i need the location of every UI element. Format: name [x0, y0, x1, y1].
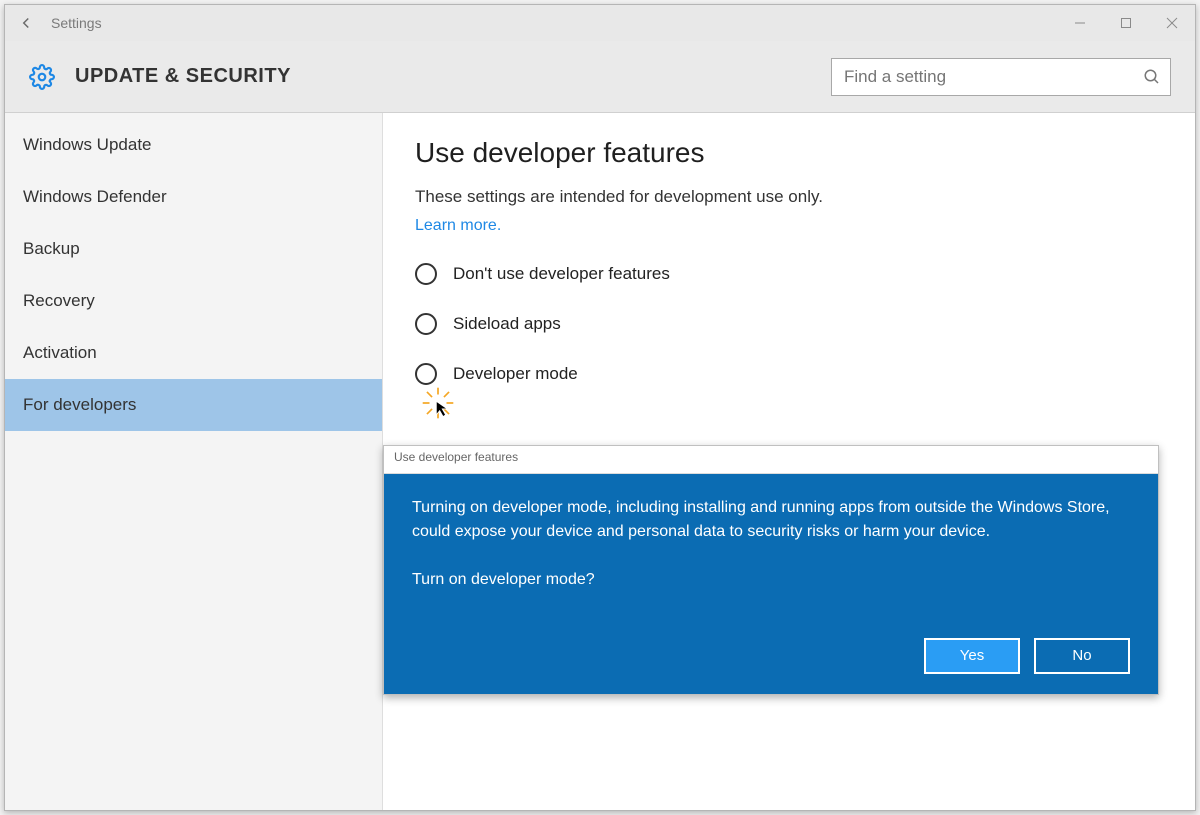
- radio-developer-mode[interactable]: Developer mode: [415, 363, 1163, 385]
- dialog-message: Turning on developer mode, including ins…: [412, 496, 1130, 544]
- yes-button[interactable]: Yes: [924, 638, 1020, 674]
- minimize-icon: [1074, 17, 1086, 29]
- dialog-body: Turning on developer mode, including ins…: [384, 474, 1158, 694]
- search-input[interactable]: [831, 58, 1171, 96]
- header: UPDATE & SECURITY: [5, 41, 1195, 113]
- radio-label: Don't use developer features: [453, 264, 670, 284]
- close-button[interactable]: [1149, 5, 1195, 41]
- window-controls: [1057, 5, 1195, 41]
- radio-sideload-apps[interactable]: Sideload apps: [415, 313, 1163, 335]
- window-title: Settings: [51, 15, 102, 31]
- no-button[interactable]: No: [1034, 638, 1130, 674]
- learn-more-link[interactable]: Learn more.: [415, 217, 501, 235]
- sidebar: Windows Update Windows Defender Backup R…: [5, 113, 383, 810]
- button-label: Yes: [960, 645, 984, 668]
- radio-icon: [415, 263, 437, 285]
- radio-label: Sideload apps: [453, 314, 561, 334]
- settings-window: Settings UPDATE & SECURITY Windows Up: [4, 4, 1196, 811]
- page-title: Use developer features: [415, 137, 1163, 169]
- dialog-buttons: Yes No: [412, 638, 1130, 674]
- sidebar-item-label: Backup: [23, 239, 80, 259]
- maximize-icon: [1120, 17, 1132, 29]
- sidebar-item-activation[interactable]: Activation: [5, 327, 382, 379]
- section-title: UPDATE & SECURITY: [75, 65, 291, 88]
- minimize-button[interactable]: [1057, 5, 1103, 41]
- sidebar-item-windows-update[interactable]: Windows Update: [5, 119, 382, 171]
- sidebar-item-windows-defender[interactable]: Windows Defender: [5, 171, 382, 223]
- confirm-dialog: Use developer features Turning on develo…: [383, 445, 1159, 695]
- sidebar-item-label: Activation: [23, 343, 97, 363]
- back-arrow-icon: [17, 14, 35, 32]
- sidebar-item-for-developers[interactable]: For developers: [5, 379, 382, 431]
- page-subtitle: These settings are intended for developm…: [415, 187, 1163, 207]
- radio-label: Developer mode: [453, 364, 578, 384]
- dialog-title: Use developer features: [384, 446, 1158, 474]
- back-button[interactable]: [5, 5, 47, 41]
- sidebar-item-label: Recovery: [23, 291, 95, 311]
- gear-icon: [29, 64, 55, 90]
- sidebar-item-label: Windows Defender: [23, 187, 167, 207]
- sidebar-item-backup[interactable]: Backup: [5, 223, 382, 275]
- dialog-question: Turn on developer mode?: [412, 568, 1130, 592]
- search-wrap: [831, 58, 1171, 96]
- radio-icon: [415, 363, 437, 385]
- sidebar-item-recovery[interactable]: Recovery: [5, 275, 382, 327]
- titlebar: Settings: [5, 5, 1195, 41]
- radio-dont-use[interactable]: Don't use developer features: [415, 263, 1163, 285]
- search-icon: [1143, 68, 1161, 86]
- sidebar-item-label: Windows Update: [23, 135, 152, 155]
- button-label: No: [1072, 645, 1091, 668]
- radio-icon: [415, 313, 437, 335]
- maximize-button[interactable]: [1103, 5, 1149, 41]
- sidebar-item-label: For developers: [23, 395, 136, 415]
- close-icon: [1166, 17, 1178, 29]
